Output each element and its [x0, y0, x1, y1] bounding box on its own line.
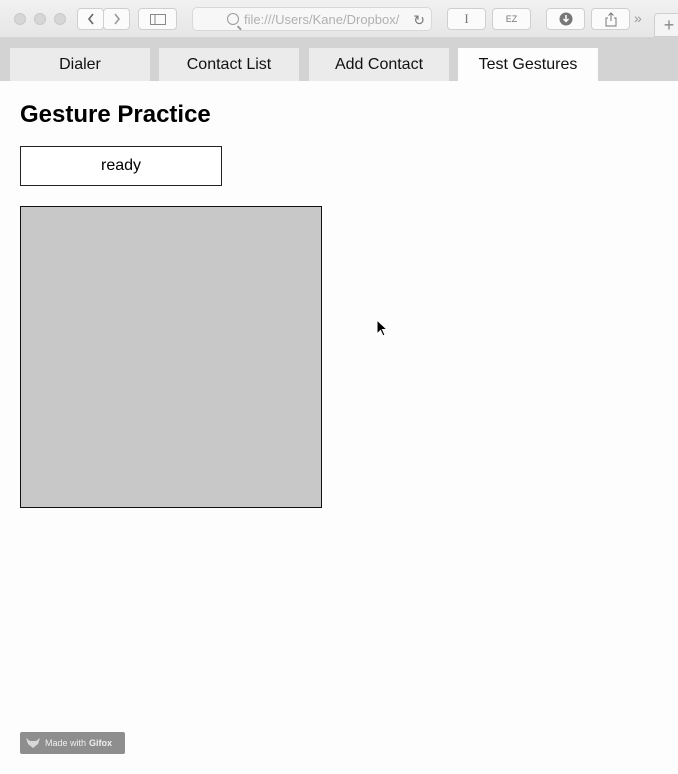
address-bar[interactable]: file:///Users/Kane/Dropbox/ ↻ — [192, 7, 432, 31]
back-button[interactable] — [77, 8, 104, 30]
chevron-right-icon — [113, 13, 120, 25]
forward-button[interactable] — [103, 8, 130, 30]
watermark-brand: Gifox — [89, 738, 113, 748]
sidebar-button[interactable] — [138, 8, 177, 30]
tab-dialer[interactable]: Dialer — [10, 48, 150, 81]
share-icon — [605, 11, 616, 26]
download-icon — [559, 12, 572, 26]
search-icon — [227, 13, 239, 25]
browser-window: file:///Users/Kane/Dropbox/ ↻ I EZ » + D… — [0, 0, 678, 774]
reader-button[interactable]: I — [447, 8, 486, 30]
minimize-window-icon[interactable] — [34, 13, 46, 25]
tab-test-gestures[interactable]: Test Gestures — [458, 48, 598, 81]
browser-toolbar: file:///Users/Kane/Dropbox/ ↻ I EZ » + — [0, 0, 678, 38]
mouse-pointer-icon — [376, 319, 388, 337]
share-button[interactable] — [591, 8, 630, 30]
zoom-window-icon[interactable] — [54, 13, 66, 25]
downloads-button[interactable] — [546, 8, 585, 30]
watermark-prefix: Made with — [45, 738, 87, 748]
extension-button[interactable]: EZ — [492, 8, 531, 30]
gesture-area[interactable] — [20, 206, 322, 508]
gifox-watermark: Made with Gifox — [20, 732, 125, 754]
sidebar-icon — [149, 13, 166, 25]
gesture-status-box: ready — [20, 146, 222, 186]
app-tabbar: Dialer Contact List Add Contact Test Ges… — [0, 38, 678, 81]
close-window-icon[interactable] — [14, 13, 26, 25]
tab-contact-list[interactable]: Contact List — [159, 48, 299, 81]
toolbar-overflow-icon[interactable]: » — [634, 10, 642, 26]
address-text: file:///Users/Kane/Dropbox/ — [244, 11, 400, 27]
chevron-left-icon — [87, 13, 94, 25]
tab-add-contact[interactable]: Add Contact — [309, 48, 449, 81]
page-title: Gesture Practice — [20, 101, 211, 128]
reload-icon[interactable]: ↻ — [413, 12, 425, 29]
new-tab-button[interactable]: + — [654, 13, 678, 37]
fox-logo-icon — [26, 738, 40, 748]
